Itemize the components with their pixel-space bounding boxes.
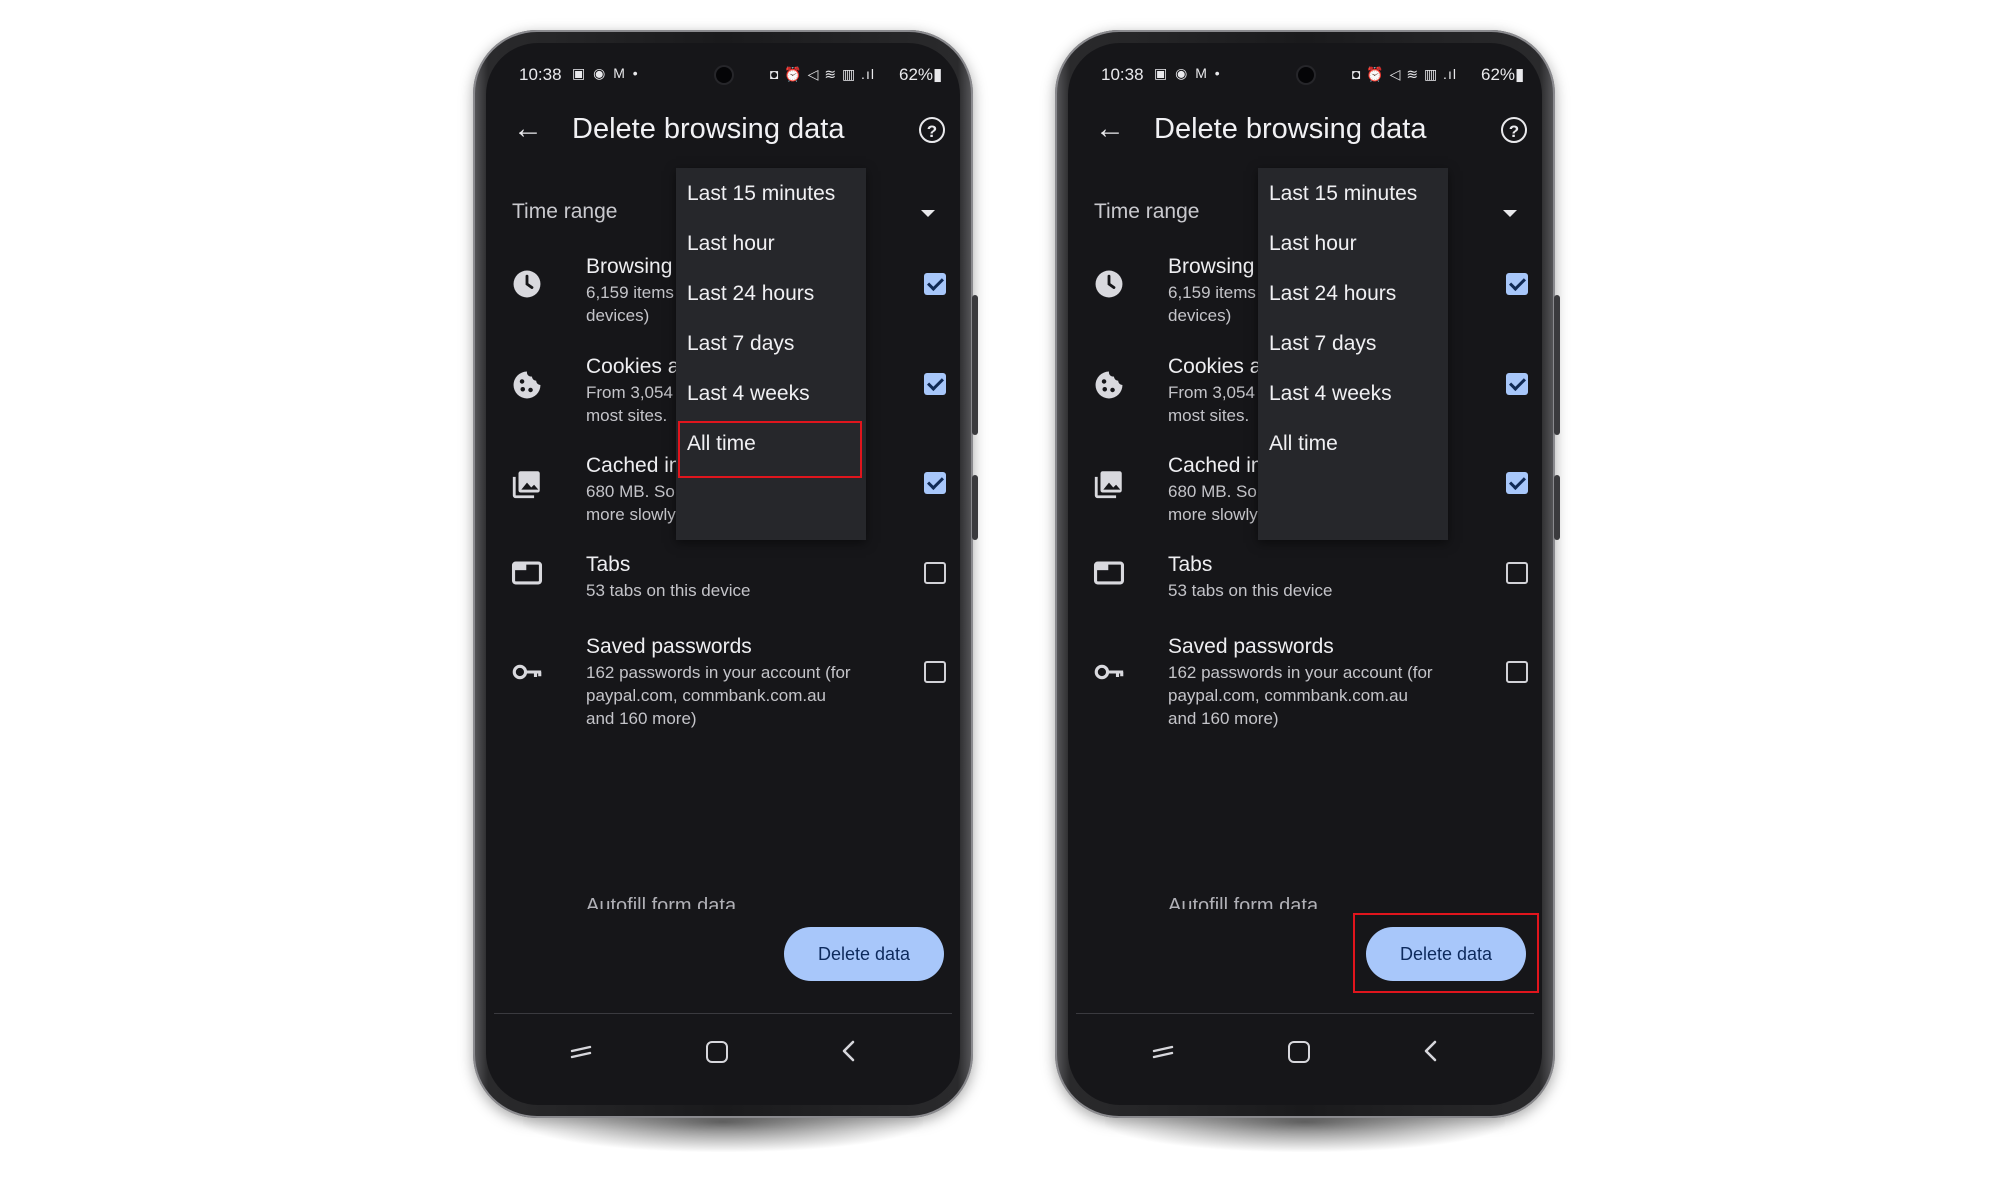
row-subtitle-line: 162 passwords in your account (for — [1168, 663, 1433, 682]
front-camera — [716, 67, 732, 83]
system-status-icons: ◘ ⏰ ◁ ≋ ▥ .ıl — [770, 66, 875, 82]
notification-icons: ▣ ◉ M • — [572, 65, 640, 81]
row-title: Tabs — [1168, 553, 1213, 576]
dropdown-arrow-icon[interactable] — [921, 210, 935, 217]
power-button — [972, 475, 978, 540]
system-status-icons: ◘ ⏰ ◁ ≋ ▥ .ıl — [1352, 66, 1457, 82]
row-title: Tabs — [586, 553, 631, 576]
tab-icon — [1093, 561, 1125, 585]
page-title: Delete browsing data — [572, 113, 845, 145]
cookies-checkbox[interactable] — [1506, 373, 1528, 395]
cached-images-checkbox[interactable] — [924, 472, 946, 494]
home-icon[interactable] — [706, 1041, 728, 1063]
image-icon — [512, 471, 540, 499]
status-time: 10:38 — [519, 65, 562, 84]
row-subtitle-line: paypal.com, commbank.com.au — [1168, 686, 1408, 705]
highlight-box — [678, 421, 862, 478]
row-subtitle-line: most sites. — [1168, 406, 1250, 425]
time-range-label: Time range — [512, 200, 618, 223]
row-subtitle-line: devices) — [1168, 306, 1232, 325]
tabs-checkbox[interactable] — [924, 562, 946, 584]
notification-icons: ▣ ◉ M • — [1154, 65, 1222, 81]
row-subtitle-line: and 160 more) — [586, 709, 697, 728]
row-title: Saved passwords — [1168, 635, 1334, 658]
row-subtitle-line: most sites. — [586, 406, 668, 425]
image-icon — [1094, 471, 1122, 499]
row-subtitle: 162 passwords in your account (for paypal… — [1168, 661, 1498, 730]
status-time: 10:38 — [1101, 65, 1144, 84]
row-subtitle: 162 passwords in your account (for paypal… — [586, 661, 916, 730]
key-icon — [512, 664, 542, 680]
phone-frame: 10:38 ▣ ◉ M • ◘ ⏰ ◁ ≋ ▥ .ıl 62%▮ ← Delet… — [1055, 30, 1560, 1118]
browsing-history-checkbox[interactable] — [1506, 273, 1528, 295]
help-icon[interactable]: ? — [1501, 117, 1527, 143]
phone-right: 10:38 ▣ ◉ M • ◘ ⏰ ◁ ≋ ▥ .ıl 62%▮ ← Delet… — [1055, 30, 1560, 1152]
status-bar: 10:38 ▣ ◉ M • ◘ ⏰ ◁ ≋ ▥ .ıl 62%▮ — [1068, 61, 1542, 91]
row-subtitle-line: paypal.com, commbank.com.au — [586, 686, 826, 705]
front-camera — [1298, 67, 1314, 83]
clock-icon — [1095, 270, 1123, 298]
dropdown-option[interactable]: Last 4 weeks — [687, 382, 810, 406]
autofill-row-cut: Autofill form data — [586, 895, 737, 909]
delete-data-button[interactable]: Delete data — [784, 927, 944, 981]
volume-button — [1554, 295, 1560, 435]
help-icon[interactable]: ? — [919, 117, 945, 143]
cookies-checkbox[interactable] — [924, 373, 946, 395]
nav-divider — [1076, 1013, 1534, 1014]
home-icon[interactable] — [1288, 1041, 1310, 1063]
dropdown-selected-value[interactable]: Last 15 minutes — [687, 182, 835, 206]
recent-apps-icon[interactable] — [570, 1045, 592, 1059]
battery-level: 62%▮ — [1481, 65, 1525, 84]
dropdown-selected-value[interactable]: Last 15 minutes — [1269, 182, 1417, 206]
row-subtitle-line: devices) — [586, 306, 650, 325]
passwords-checkbox[interactable] — [1506, 661, 1528, 683]
row-subtitle: 53 tabs on this device — [586, 581, 751, 600]
tab-icon — [511, 561, 543, 585]
phone-screen: 10:38 ▣ ◉ M • ◘ ⏰ ◁ ≋ ▥ .ıl 62%▮ ← Delet… — [1068, 43, 1542, 1105]
browsing-history-checkbox[interactable] — [924, 273, 946, 295]
time-range-label: Time range — [1094, 200, 1200, 223]
nav-back-icon[interactable] — [838, 1039, 860, 1063]
dropdown-option[interactable]: Last hour — [687, 232, 775, 256]
volume-button — [972, 295, 978, 435]
time-range-dropdown[interactable]: Last 15 minutes Last hour Last 24 hours … — [676, 168, 866, 540]
cached-images-checkbox[interactable] — [1506, 472, 1528, 494]
dropdown-arrow-icon[interactable] — [1503, 210, 1517, 217]
row-title: Saved passwords — [586, 635, 752, 658]
row-subtitle-line: and 160 more) — [1168, 709, 1279, 728]
dropdown-option[interactable]: Last 7 days — [1269, 332, 1376, 356]
highlight-box — [1353, 913, 1539, 993]
key-icon — [1094, 664, 1124, 680]
phone-left: 10:38 ▣ ◉ M • ◘ ⏰ ◁ ≋ ▥ .ıl 62%▮ ← Delet… — [473, 30, 978, 1152]
dropdown-option[interactable]: Last 4 weeks — [1269, 382, 1392, 406]
cookie-icon — [1095, 371, 1123, 399]
status-bar: 10:38 ▣ ◉ M • ◘ ⏰ ◁ ≋ ▥ .ıl 62%▮ — [486, 61, 960, 91]
dropdown-option-all-time[interactable]: All time — [1269, 432, 1338, 456]
back-arrow-icon[interactable]: ← — [1090, 109, 1130, 149]
page-title: Delete browsing data — [1154, 113, 1427, 145]
back-arrow-icon[interactable]: ← — [508, 109, 548, 149]
autofill-row-cut: Autofill form data — [1168, 895, 1319, 909]
row-subtitle-line: 162 passwords in your account (for — [586, 663, 851, 682]
cookie-icon — [513, 371, 541, 399]
dropdown-option[interactable]: Last 24 hours — [1269, 282, 1396, 306]
passwords-checkbox[interactable] — [924, 661, 946, 683]
time-range-dropdown[interactable]: Last 15 minutes Last hour Last 24 hours … — [1258, 168, 1448, 540]
phone-screen: 10:38 ▣ ◉ M • ◘ ⏰ ◁ ≋ ▥ .ıl 62%▮ ← Delet… — [486, 43, 960, 1105]
tabs-checkbox[interactable] — [1506, 562, 1528, 584]
nav-back-icon[interactable] — [1420, 1039, 1442, 1063]
dropdown-option[interactable]: Last hour — [1269, 232, 1357, 256]
clock-icon — [513, 270, 541, 298]
row-subtitle: 53 tabs on this device — [1168, 581, 1333, 600]
nav-divider — [494, 1013, 952, 1014]
dropdown-option[interactable]: Last 24 hours — [687, 282, 814, 306]
power-button — [1554, 475, 1560, 540]
phone-frame: 10:38 ▣ ◉ M • ◘ ⏰ ◁ ≋ ▥ .ıl 62%▮ ← Delet… — [473, 30, 978, 1118]
recent-apps-icon[interactable] — [1152, 1045, 1174, 1059]
battery-level: 62%▮ — [899, 65, 943, 84]
dropdown-option[interactable]: Last 7 days — [687, 332, 794, 356]
